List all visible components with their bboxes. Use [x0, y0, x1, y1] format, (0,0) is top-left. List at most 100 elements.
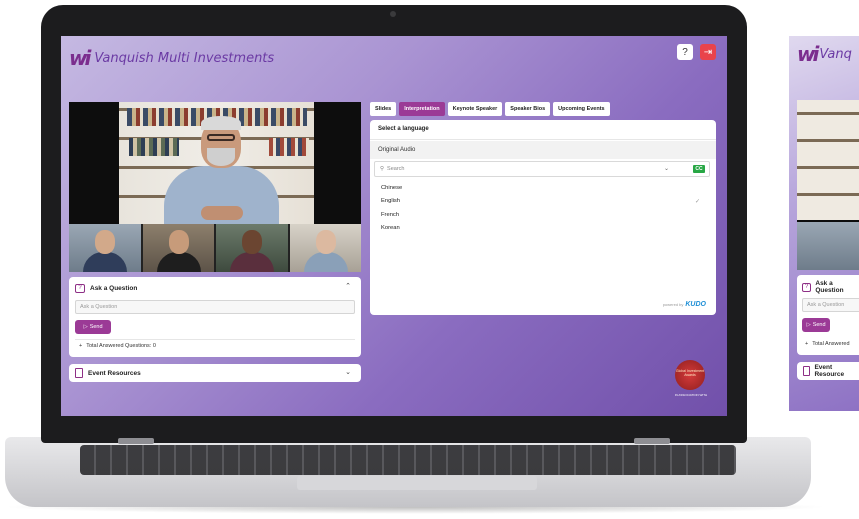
speaker-glasses	[207, 134, 235, 141]
language-name: Chinese	[381, 184, 403, 191]
answered-count-truncated: Total Answered	[812, 341, 850, 347]
send-label: Send	[89, 324, 103, 330]
document-icon	[803, 366, 811, 376]
chevron-down-icon[interactable]: ⌄	[345, 368, 351, 376]
brand-logo: wi Vanq	[797, 42, 852, 66]
chevron-down-icon[interactable]: ⌄	[664, 165, 669, 172]
logo-mark: wi	[797, 42, 819, 66]
event-resources-title: Event Resource	[814, 364, 845, 378]
powered-by-label: powered by	[662, 302, 684, 307]
checkmark-icon: ✓	[694, 198, 700, 205]
award-seal: Global Investment Awards	[675, 360, 705, 390]
tab-keynote-speaker[interactable]: Keynote Speaker	[447, 102, 503, 116]
chevron-up-icon[interactable]: ⌃	[345, 282, 351, 290]
divider	[75, 339, 355, 340]
video-player	[797, 100, 859, 270]
plus-icon: +	[805, 341, 809, 347]
bookshelf-background	[797, 100, 859, 220]
language-name: Korean	[381, 225, 400, 232]
answered-questions-toggle[interactable]: + Total Answered Questions: 0	[79, 343, 156, 349]
original-audio-option[interactable]: Original Audio	[370, 141, 716, 159]
laptop-camera	[390, 11, 396, 17]
participant-body	[303, 252, 348, 272]
language-name: English	[381, 198, 401, 205]
answered-count: Total Answered Questions: 0	[86, 343, 156, 349]
ask-question-panel: ? Ask a Question ⌃ Ask a Question ▷ Send…	[69, 277, 361, 357]
plus-icon: +	[79, 343, 83, 349]
select-language-heading: Select a language	[370, 120, 716, 140]
main-speaker-video	[69, 102, 361, 224]
chat-question-icon: ?	[802, 282, 812, 292]
brand-logo[interactable]: wi Vanquish Multi Investments	[69, 46, 274, 70]
language-search[interactable]: ⚲ Search ⌄ CC	[374, 161, 710, 177]
tab-speaker-bios[interactable]: Speaker Bios	[505, 102, 551, 116]
event-resources-title: Event Resources	[88, 369, 141, 377]
send-button[interactable]: ▷ Send	[75, 320, 111, 334]
award-caption: IN ASSOCIATION WITH	[674, 393, 708, 397]
language-option-english[interactable]: English ✓	[381, 195, 711, 209]
ask-question-panel: ? Ask a Question Ask a Question ▷ Send +…	[797, 275, 859, 355]
participant-head	[95, 230, 115, 254]
participant-body	[230, 252, 274, 272]
language-option-french[interactable]: French	[381, 208, 711, 222]
speaker-beard	[207, 148, 235, 166]
ask-question-header: ? Ask a Question	[802, 280, 859, 294]
closed-captions-button[interactable]: CC	[693, 165, 705, 173]
participant-thumbnails	[69, 224, 361, 272]
send-icon: ▷	[806, 322, 811, 328]
participant-head	[315, 230, 336, 254]
ask-question-title: Ask a Question	[815, 280, 844, 294]
participant-body	[83, 252, 127, 272]
tab-slides[interactable]: Slides	[370, 102, 397, 116]
content-tabs: Slides Interpretation Keynote Speaker Sp…	[370, 102, 610, 116]
laptop-hinge-left	[118, 438, 154, 444]
participant-body	[156, 252, 201, 272]
language-option-korean[interactable]: Korean	[381, 222, 711, 236]
tab-interpretation[interactable]: Interpretation	[399, 102, 445, 116]
speaker-hands	[201, 206, 243, 220]
books-row	[129, 138, 179, 156]
search-placeholder: Search	[387, 166, 405, 172]
participant-thumbnail[interactable]	[216, 224, 288, 272]
participant-head	[242, 230, 262, 254]
help-button[interactable]: ?	[677, 44, 693, 60]
ask-question-header[interactable]: ? Ask a Question ⌃	[75, 282, 355, 294]
answered-questions-toggle: + Total Answered	[805, 341, 850, 347]
laptop-trackpad	[297, 476, 537, 490]
send-button: ▷ Send	[802, 318, 830, 332]
laptop-keyboard	[80, 445, 736, 475]
kudo-logo: KUDO	[685, 301, 706, 308]
speaker-hair	[201, 116, 241, 130]
tab-upcoming-events[interactable]: Upcoming Events	[553, 102, 610, 116]
award-badge: Global Investment Awards IN ASSOCIATION …	[669, 360, 709, 404]
event-resources-panel[interactable]: Event Resources ⌄	[69, 364, 361, 382]
search-icon: ⚲	[380, 166, 385, 172]
laptop-hinge-right	[634, 438, 670, 444]
participant-thumbnail[interactable]	[69, 224, 141, 272]
send-label: Send	[812, 322, 826, 328]
powered-by: powered by KUDO	[663, 301, 706, 308]
brand-name: Vanquish Multi Investments	[94, 50, 275, 66]
secondary-device-screen: wi Vanq ? Ask a Question Ask a Question …	[789, 36, 859, 411]
chat-question-icon: ?	[75, 283, 85, 293]
event-resources-panel: Event Resource	[797, 362, 859, 380]
participant-head	[168, 230, 189, 254]
participant-thumbnail[interactable]	[142, 224, 214, 272]
brand-name-truncated: Vanq	[819, 46, 852, 62]
language-option-chinese[interactable]: Chinese	[381, 181, 711, 195]
document-icon	[75, 368, 83, 378]
logout-icon: ⇥	[703, 46, 713, 58]
video-player[interactable]	[69, 102, 361, 272]
language-name: French	[381, 211, 400, 218]
exit-button[interactable]: ⇥	[700, 44, 716, 60]
interpretation-panel: Select a language Original Audio ⚲ Searc…	[370, 120, 716, 315]
send-icon: ▷	[83, 324, 88, 330]
participant-thumbnail[interactable]	[289, 224, 361, 272]
ask-question-title: Ask a Question	[90, 284, 138, 292]
app-screen: wi Vanquish Multi Investments ? ⇥ ? Ask …	[61, 36, 727, 416]
question-input[interactable]: Ask a Question	[75, 300, 355, 314]
question-input: Ask a Question	[802, 298, 859, 312]
logo-mark: wi	[69, 46, 91, 70]
language-list: Chinese English ✓ French Korean	[381, 181, 711, 235]
books-row	[269, 138, 309, 156]
